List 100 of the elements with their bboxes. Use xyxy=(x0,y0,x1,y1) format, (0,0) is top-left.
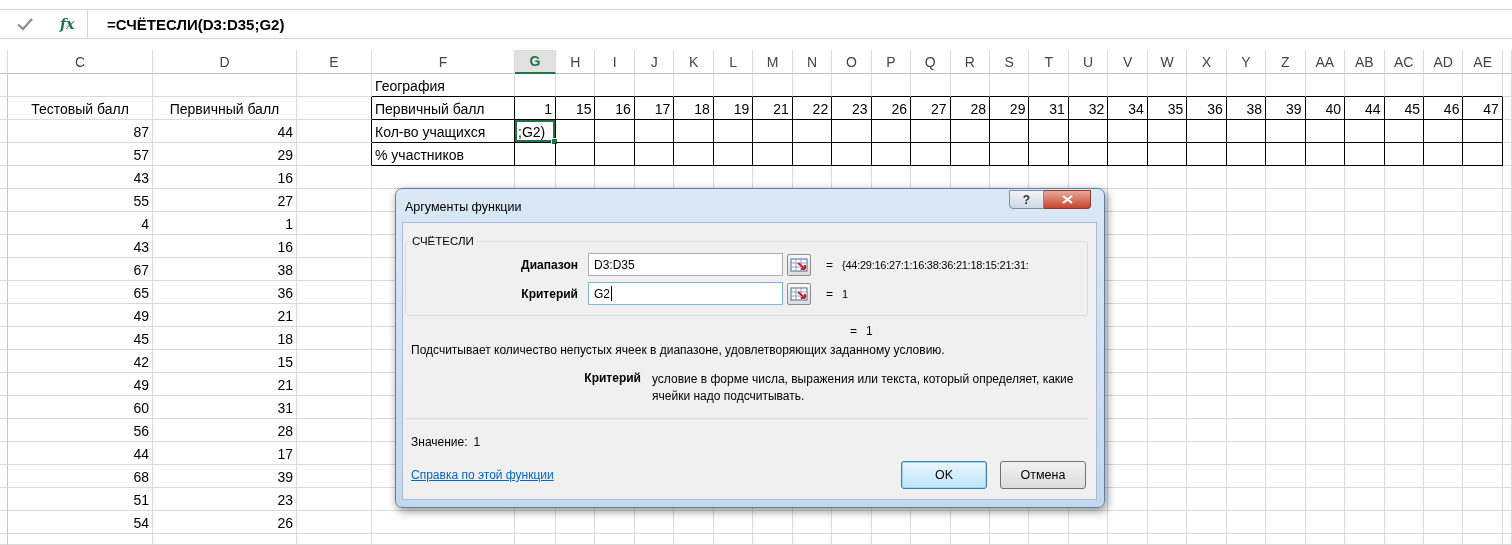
table-cell xyxy=(595,120,635,143)
column-header[interactable]: AA xyxy=(1305,50,1346,74)
column-header[interactable]: D xyxy=(153,50,297,74)
table-cell xyxy=(556,534,596,545)
column-header[interactable]: AC xyxy=(1384,50,1424,74)
table-cell xyxy=(990,120,1030,143)
table-cell xyxy=(1187,281,1227,304)
table-cell: 39 xyxy=(153,465,297,488)
collapse-button[interactable] xyxy=(787,253,811,276)
column-header[interactable]: R xyxy=(950,50,990,74)
fill-handle[interactable] xyxy=(551,138,558,145)
column-header[interactable]: N xyxy=(792,50,833,74)
column-header[interactable]: L xyxy=(713,50,754,74)
column-header[interactable]: K xyxy=(674,50,714,74)
column-header[interactable]: O xyxy=(832,50,872,74)
table-cell: 38 xyxy=(153,258,297,281)
column-header[interactable]: G xyxy=(515,50,556,74)
formula-field[interactable]: =СЧЁТЕСЛИ(D3:D35;G2) xyxy=(88,10,1512,38)
table-cell: 45 xyxy=(8,327,153,350)
table-cell xyxy=(1502,258,1512,281)
table-cell: % участников xyxy=(372,143,515,166)
equals-sign: = xyxy=(826,286,834,301)
table-cell xyxy=(1502,534,1512,545)
column-header[interactable]: AB xyxy=(1345,50,1385,74)
table-cell xyxy=(1384,235,1424,258)
table-cell xyxy=(1305,143,1346,166)
table-cell xyxy=(1384,419,1424,442)
column-header[interactable]: W xyxy=(1147,50,1188,74)
table-cell xyxy=(595,143,635,166)
column-header[interactable]: C xyxy=(8,50,153,74)
table-cell xyxy=(1305,235,1346,258)
table-cell xyxy=(1108,511,1148,534)
argument-label: Критерий xyxy=(520,286,579,301)
column-header[interactable]: P xyxy=(871,50,912,74)
table-cell: 43 xyxy=(8,166,153,189)
column-header[interactable]: J xyxy=(634,50,675,74)
collapse-button[interactable] xyxy=(787,282,811,305)
table-cell: 60 xyxy=(8,396,153,419)
table-cell xyxy=(1187,74,1227,97)
table-cell xyxy=(1423,143,1464,166)
table-cell xyxy=(515,74,556,97)
column-header[interactable]: T xyxy=(1029,50,1069,74)
table-cell xyxy=(674,534,714,545)
column-header[interactable]: S xyxy=(990,50,1030,74)
table-cell xyxy=(674,143,714,166)
column-header[interactable]: U xyxy=(1068,50,1109,74)
column-header[interactable]: Y xyxy=(1226,50,1267,74)
table-cell: 15 xyxy=(556,97,596,120)
table-cell: 42 xyxy=(8,350,153,373)
table-cell xyxy=(634,74,675,97)
table-cell: 65 xyxy=(8,281,153,304)
help-button[interactable]: ? xyxy=(1009,190,1044,209)
table-cell xyxy=(1305,189,1346,212)
table-cell xyxy=(1463,534,1503,545)
argument-field[interactable]: D3:D35 xyxy=(588,253,783,276)
table-cell xyxy=(1266,396,1306,419)
column-header[interactable]: X xyxy=(1187,50,1227,74)
table-cell xyxy=(1147,281,1188,304)
cancel-button[interactable]: Отмена xyxy=(1000,461,1086,489)
check-icon[interactable] xyxy=(17,17,33,31)
column-header[interactable]: E xyxy=(297,50,372,74)
table-cell xyxy=(1463,304,1503,327)
active-cell[interactable]: ;G2) xyxy=(515,120,556,143)
table-cell xyxy=(1502,465,1512,488)
column-header[interactable]: Q xyxy=(911,50,951,74)
argument-result: {44:29:16:27:1:16:38:36:21:18:15:21:31: xyxy=(842,258,1029,271)
table-cell xyxy=(753,120,793,143)
table-cell xyxy=(832,120,872,143)
column-header[interactable]: AE xyxy=(1463,50,1503,74)
table-cell: 68 xyxy=(8,465,153,488)
ok-button[interactable]: OK xyxy=(901,461,987,489)
table-cell xyxy=(1147,373,1188,396)
table-cell xyxy=(1502,143,1512,166)
table-cell xyxy=(1266,166,1306,189)
table-cell xyxy=(1266,189,1306,212)
table-cell: 21 xyxy=(753,97,793,120)
table-cell: 26 xyxy=(153,511,297,534)
column-header[interactable]: V xyxy=(1108,50,1148,74)
column-header[interactable]: AD xyxy=(1423,50,1464,74)
table-cell xyxy=(1305,327,1346,350)
column-header[interactable]: H xyxy=(556,50,596,74)
table-cell xyxy=(1345,212,1385,235)
table-cell xyxy=(1305,304,1346,327)
table-cell xyxy=(1384,511,1424,534)
table-cell xyxy=(1463,189,1503,212)
insert-function-button[interactable]: fx xyxy=(60,16,75,32)
column-header[interactable]: M xyxy=(753,50,793,74)
argument-field[interactable]: G2 xyxy=(588,282,783,305)
table-cell: 44 xyxy=(8,442,153,465)
table-cell xyxy=(1423,511,1464,534)
column-header[interactable]: I xyxy=(595,50,635,74)
column-header[interactable]: Z xyxy=(1266,50,1306,74)
table-cell xyxy=(1463,258,1503,281)
table-cell xyxy=(1423,373,1464,396)
help-link[interactable]: Справка по этой функции xyxy=(411,468,554,482)
table-cell xyxy=(1305,166,1346,189)
table-cell xyxy=(634,143,675,166)
table-cell xyxy=(1266,143,1306,166)
table-cell xyxy=(1345,74,1385,97)
close-button[interactable] xyxy=(1044,190,1091,209)
